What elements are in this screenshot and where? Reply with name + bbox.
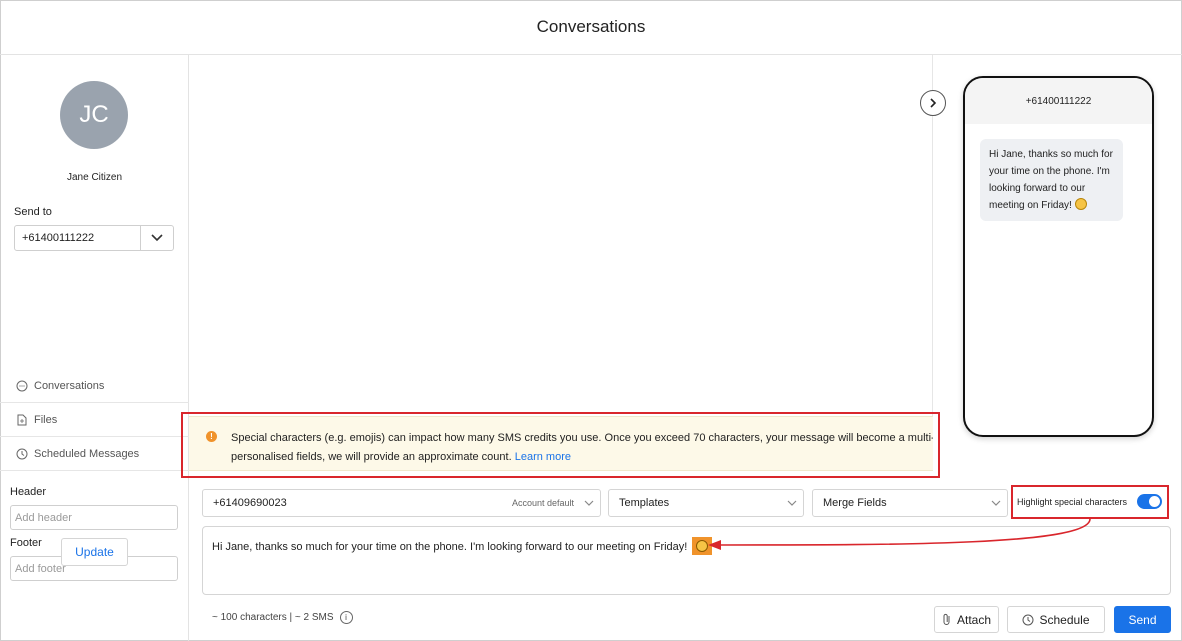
update-button[interactable]: Update [61,538,128,566]
merge-fields-select[interactable]: Merge Fields [812,489,1008,517]
avatar: JC [60,81,128,149]
warning-text-line2: personalised fields, we will provide an … [231,451,512,463]
clock-icon [16,448,28,460]
templates-select[interactable]: Templates [608,489,804,517]
from-number-value: +61409690023 [213,497,287,509]
message-text: Hi Jane, thanks so much for your time on… [212,541,688,553]
send-to-label: Send to [14,206,52,218]
info-icon[interactable]: i [339,611,353,624]
nav-item-scheduled-messages[interactable]: Scheduled Messages [0,437,189,471]
header-input[interactable] [10,505,178,530]
nav-item-conversations[interactable]: Conversations [0,369,189,403]
attach-label: Attach [956,612,992,627]
avatar-initials: JC [79,101,109,128]
warning-text-line1: Special characters (e.g. emojis) can imp… [231,432,933,444]
contact-name: Jane Citizen [66,172,123,183]
chevron-down-icon [985,500,1007,506]
schedule-label: Schedule [1039,612,1090,627]
preview-message-bubble: Hi Jane, thanks so much for your time on… [980,139,1123,221]
phone-preview: +61400111222 Hi Jane, thanks so much for… [963,76,1154,437]
merge-fields-label: Merge Fields [823,497,887,509]
file-icon [16,414,28,426]
send-button[interactable]: Send [1114,606,1171,633]
send-to-select[interactable]: +61400111222 [14,225,174,251]
chevron-down-icon [578,500,600,506]
special-characters-warning: ! Special characters (e.g. emojis) can i… [189,416,933,471]
page-title: Conversations [536,17,646,36]
nav-item-label: Scheduled Messages [34,447,140,460]
phone-preview-number: +61400111222 [965,78,1152,124]
send-label: Send [1128,612,1157,627]
send-to-value[interactable]: +61400111222 [15,226,141,250]
nav-item-label: Files [34,413,58,426]
conversation-thread [189,55,933,471]
templates-label: Templates [619,497,670,509]
chat-bubble-icon [16,380,28,392]
character-counter: ~ 100 characters | ~ 2 SMS i [212,611,353,624]
preview-message-text: Hi Jane, thanks so much for your time on… [989,149,1113,211]
message-textarea[interactable]: Hi Jane, thanks so much for your time on… [202,526,1171,595]
chevron-down-icon[interactable] [141,226,173,250]
chevron-right-icon[interactable] [920,90,946,116]
learn-more-link[interactable]: Learn more [515,451,571,463]
nav-item-files[interactable]: Files [0,403,189,437]
highlight-toggle-label: Highlight special characters [1017,496,1128,507]
nav-item-label: Conversations [34,379,105,392]
paperclip-icon [942,613,952,626]
highlight-special-characters-toggle[interactable]: Highlight special characters [1011,485,1168,518]
character-count-text: ~ 100 characters | ~ 2 SMS [212,612,334,623]
header-label: Header [10,486,47,498]
info-warning-icon: ! [206,431,217,442]
warning-text: Special characters (e.g. emojis) can imp… [231,429,933,467]
schedule-button[interactable]: Schedule [1007,606,1105,633]
account-default-label: Account default [511,498,574,508]
clock-icon [1022,614,1034,626]
chevron-down-icon [781,500,803,506]
toggle-switch[interactable] [1137,494,1162,509]
attach-button[interactable]: Attach [934,606,999,633]
highlighted-emoji-icon [692,537,713,555]
smiley-emoji-icon [1074,198,1087,210]
page-header: Conversations [0,0,1182,55]
from-number-select[interactable]: +61409690023 Account default [202,489,601,517]
footer-label: Footer [10,537,42,549]
